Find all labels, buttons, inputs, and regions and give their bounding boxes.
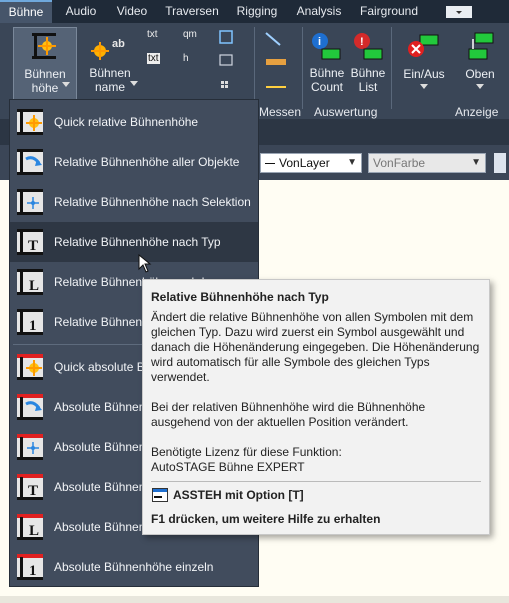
relative-height-sel-icon <box>17 189 43 215</box>
stage-height-icon <box>32 33 56 59</box>
tab-audio[interactable]: Audio <box>58 0 104 23</box>
tab-buehne[interactable]: Bühne <box>0 0 52 23</box>
dropdown-arrow-icon <box>130 81 138 86</box>
relative-height-single-icon: 1 <box>17 309 43 335</box>
color-dropdown[interactable]: VonFarbe ▼ <box>368 153 486 173</box>
linetype-swatch <box>265 163 275 165</box>
canvas-bottom-edge <box>0 596 509 603</box>
absolute-height-layer-icon: L <box>17 514 43 540</box>
ein-aus-label: Ein/Aus <box>403 67 445 81</box>
info-icon: i <box>312 33 341 60</box>
chevron-down-icon <box>456 11 462 14</box>
buehnenhoehe-button[interactable]: Bühnen höhe <box>13 27 77 101</box>
tooltip-description: Ändert die relative Bühnenhöhe von allen… <box>151 310 480 384</box>
svg-text:T: T <box>28 238 38 254</box>
measure-tools-icons[interactable] <box>262 29 294 99</box>
relative-height-layer-icon: L <box>17 269 43 295</box>
svg-text:i: i <box>318 36 321 48</box>
absolute-height-typ-icon: T <box>17 474 43 500</box>
svg-text:ab: ab <box>112 38 125 50</box>
tab-traversen[interactable]: Traversen <box>160 0 224 23</box>
relative-height-quick-icon <box>17 109 43 135</box>
absolute-height-all-icon <box>17 394 43 420</box>
ribbon-separator <box>391 27 392 109</box>
tooltip-command: ASSTEH mit Option [T] <box>173 488 304 502</box>
menu-item-relative-all[interactable]: Relative Bühnenhöhe aller Objekte <box>10 142 258 182</box>
svg-text:!: ! <box>360 36 364 48</box>
svg-text:L: L <box>29 278 39 294</box>
tab-rigging[interactable]: Rigging <box>230 0 284 23</box>
command-line-icon <box>152 488 168 502</box>
ribbon-separator <box>302 27 303 109</box>
ein-aus-button[interactable]: Ein/Aus <box>396 27 452 99</box>
relative-height-all-icon <box>17 149 43 175</box>
dropdown-arrow-icon <box>62 82 70 87</box>
buehne-count-button[interactable]: i Bühne Count <box>306 27 346 99</box>
menu-item-label: Relative Bühnenhöhe nach Selektion <box>54 195 251 209</box>
menu-item-relative-typ[interactable]: T Relative Bühnenhöhe nach Typ <box>10 222 258 262</box>
buehnenhoehe-label: Bühnen höhe <box>24 67 66 95</box>
dropdown-arrow-icon <box>476 84 484 89</box>
buehnenname-label: Bühnen name <box>89 66 131 94</box>
absolute-height-sel-icon <box>17 434 43 460</box>
oben-label: Oben <box>465 67 495 81</box>
tooltip-divider <box>151 481 481 482</box>
tooltip-license: Benötigte Lizenz für diese Funktion: Aut… <box>151 445 342 474</box>
menu-item-relative-quick[interactable]: Quick relative Bühnenhöhe <box>10 102 258 142</box>
alert-icon: ! <box>354 33 383 60</box>
stage-name-icon: ab <box>91 38 125 60</box>
absolute-height-quick-icon <box>17 354 43 380</box>
txt-tool-button-1[interactable]: txt <box>147 29 158 40</box>
dropdown-arrow-icon <box>420 84 428 89</box>
tooltip-description-2: Bei der relativen Bühnenhöhe wird die Bü… <box>151 400 426 429</box>
ribbon-separator <box>254 27 255 109</box>
absolute-height-single-icon: 1 <box>17 554 43 580</box>
tab-analysis[interactable]: Analysis <box>290 0 348 23</box>
tab-video[interactable]: Video <box>110 0 154 23</box>
layer-dropdown-value: VonLayer <box>279 156 330 170</box>
svg-text:1: 1 <box>29 318 37 334</box>
buehne-list-button[interactable]: ! Bühne List <box>348 27 388 99</box>
toggle-off-icon <box>408 34 439 57</box>
chevron-down-icon: ▼ <box>471 157 481 168</box>
menu-item-label: Relative Bühnenhöhe aller Objekte <box>54 155 240 169</box>
h-tool-button[interactable]: h <box>183 53 189 64</box>
ribbon-toggle-button[interactable] <box>446 6 472 18</box>
buehne-count-label: Bühne Count <box>309 66 345 94</box>
qm-tool-button[interactable]: qm <box>183 29 197 40</box>
relative-height-typ-icon: T <box>17 229 43 255</box>
menu-item-absolute-single[interactable]: 1 Absolute Bühnenhöhe einzeln <box>10 547 258 587</box>
color-dropdown-value: VonFarbe <box>373 156 426 170</box>
menu-item-label: Quick relative Bühnenhöhe <box>54 115 199 129</box>
menu-item-label: Absolute Bühnenhöhe einzeln <box>54 560 214 574</box>
txt-tool-button-2[interactable]: txt <box>147 53 160 64</box>
small-tools-icons[interactable] <box>218 29 238 99</box>
oben-button[interactable]: Oben <box>455 27 505 99</box>
tooltip-title: Relative Bühnenhöhe nach Typ <box>151 290 329 304</box>
menu-item-relative-sel[interactable]: Relative Bühnenhöhe nach Selektion <box>10 182 258 222</box>
chevron-down-icon: ▼ <box>347 157 357 168</box>
ribbon-tab-bar: Bühne Audio Video Traversen Rigging Anal… <box>0 0 509 23</box>
svg-text:L: L <box>29 523 39 539</box>
buehnenname-button[interactable]: ab Bühnen name <box>80 27 140 99</box>
group-label-auswertung: Auswertung <box>314 105 378 119</box>
layout-top-icon <box>468 32 494 60</box>
command-tooltip: Relative Bühnenhöhe nach Typ Ändert die … <box>142 279 490 535</box>
svg-text:1: 1 <box>29 563 37 579</box>
buehne-list-label: Bühne List <box>350 66 386 94</box>
svg-text:T: T <box>28 483 38 499</box>
overflow-button[interactable] <box>494 153 506 173</box>
tab-fairground[interactable]: Fairground <box>354 0 424 23</box>
mouse-pointer-icon <box>138 254 152 273</box>
group-label-anzeige: Anzeige <box>455 105 499 119</box>
layer-dropdown[interactable]: VonLayer ▼ <box>260 153 362 173</box>
tooltip-help-hint: F1 drücken, um weitere Hilfe zu erhalten <box>151 512 381 526</box>
group-label-messen: Messen <box>259 105 302 119</box>
